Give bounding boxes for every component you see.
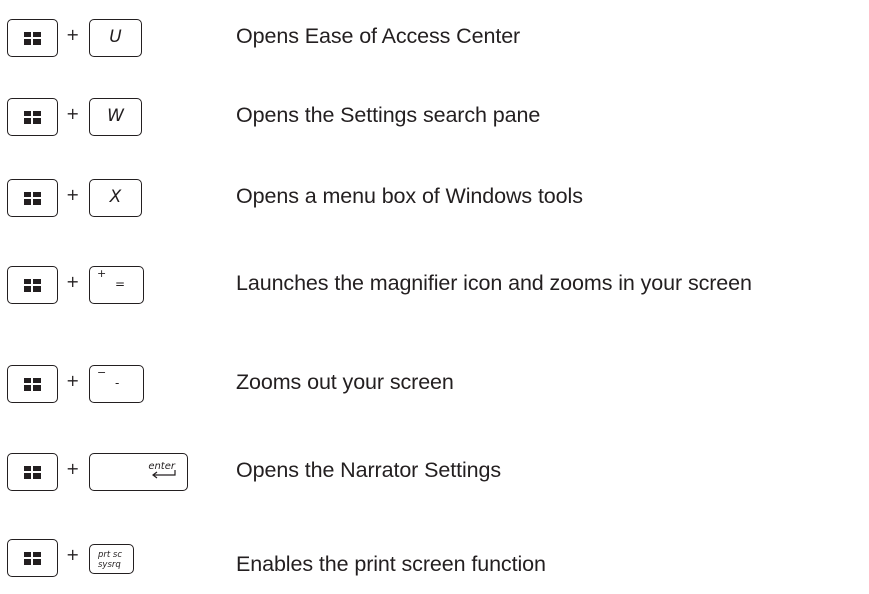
windows-key	[7, 179, 58, 217]
windows-logo-icon	[24, 552, 41, 565]
windows-key	[7, 19, 58, 57]
shortcut-row-enter: + enter Opens the Narrator Settings	[0, 453, 869, 503]
key-minus: − -	[89, 365, 144, 403]
key-label: X	[109, 187, 122, 207]
key-shift-symbol: +	[97, 267, 107, 280]
plus-sign: +	[66, 185, 80, 204]
key-u: U	[89, 19, 142, 57]
key-enter: enter	[89, 453, 188, 491]
windows-key	[7, 266, 58, 304]
key-shift-symbol: −	[97, 366, 107, 379]
key-label: W	[107, 106, 124, 126]
key-label: U	[109, 27, 122, 47]
key-main-symbol: =	[115, 277, 126, 291]
shortcut-row-print-screen: + prt sc sysrq Enables the print screen …	[0, 539, 869, 589]
key-x: X	[89, 179, 142, 217]
plus-sign: +	[66, 545, 80, 564]
shortcut-row-zoom-in: + + = Launches the magnifier icon and zo…	[0, 266, 869, 316]
windows-logo-icon	[24, 192, 41, 205]
windows-logo-icon	[24, 466, 41, 479]
key-label-stack: prt sc sysrq	[98, 550, 122, 570]
shortcut-description: Opens the Narrator Settings	[236, 458, 501, 482]
key-main-symbol: -	[115, 376, 120, 390]
plus-sign: +	[66, 25, 80, 44]
key-label-line2: sysrq	[98, 560, 121, 570]
shortcut-row-zoom-out: + − - Zooms out your screen	[0, 365, 869, 415]
windows-key	[7, 453, 58, 491]
windows-logo-icon	[24, 378, 41, 391]
windows-key	[7, 539, 58, 577]
windows-logo-icon	[24, 111, 41, 124]
shortcut-description: Zooms out your screen	[236, 370, 454, 394]
shortcut-description: Enables the print screen function	[236, 552, 546, 576]
shortcut-description: Launches the magnifier icon and zooms in…	[236, 271, 752, 295]
shortcut-row-w: + W Opens the Settings search pane	[0, 98, 869, 148]
shortcut-description: Opens Ease of Access Center	[236, 24, 521, 48]
key-label-line1: prt sc	[98, 550, 123, 560]
plus-sign: +	[66, 104, 80, 123]
windows-key	[7, 98, 58, 136]
windows-logo-icon	[24, 32, 41, 45]
shortcut-description: Opens a menu box of Windows tools	[236, 184, 583, 208]
plus-sign: +	[66, 459, 80, 478]
shortcut-description: Opens the Settings search pane	[236, 103, 541, 127]
plus-sign: +	[66, 371, 80, 390]
windows-key	[7, 365, 58, 403]
plus-sign: +	[66, 272, 80, 291]
shortcut-row-u: + U Opens Ease of Access Center	[0, 19, 869, 69]
key-print-screen: prt sc sysrq	[89, 544, 134, 574]
key-plus-equals: + =	[89, 266, 144, 304]
windows-logo-icon	[24, 279, 41, 292]
shortcut-row-x: + X Opens a menu box of Windows tools	[0, 179, 869, 229]
key-w: W	[89, 98, 142, 136]
enter-arrow-icon	[152, 470, 176, 479]
